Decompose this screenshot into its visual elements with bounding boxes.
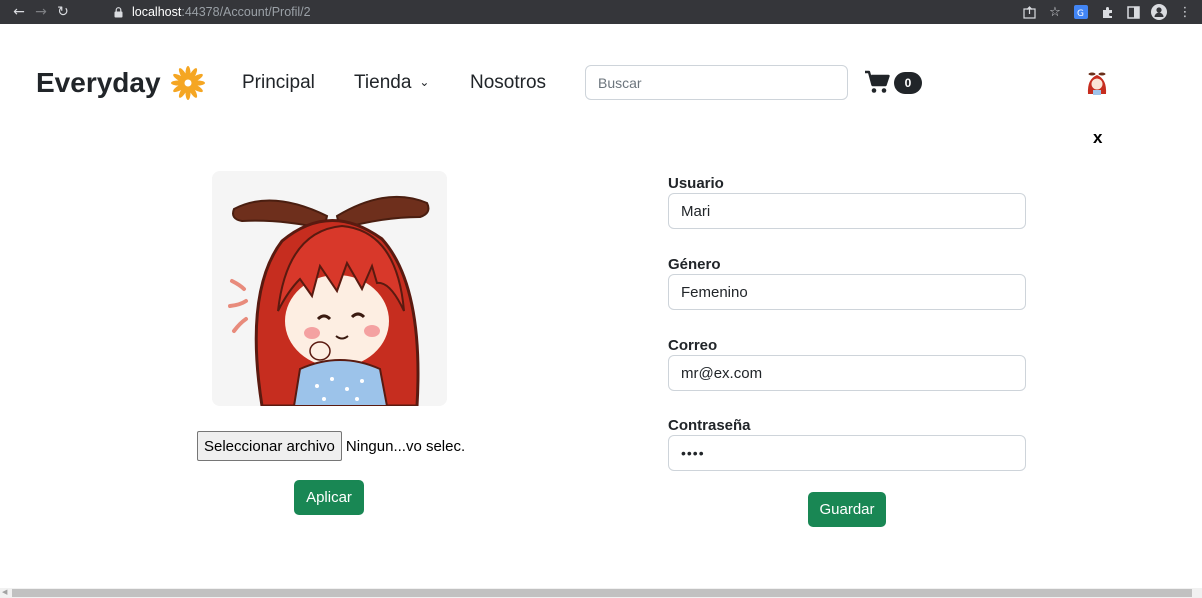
- choose-file-button[interactable]: Seleccionar archivo: [197, 431, 342, 461]
- translate-extension-icon[interactable]: G: [1070, 1, 1092, 23]
- brand-logo[interactable]: Everyday: [36, 66, 205, 100]
- lock-icon: [112, 6, 124, 18]
- nav-link-tienda-label: Tienda: [354, 72, 412, 93]
- apply-button[interactable]: Aplicar: [294, 480, 364, 515]
- back-arrow-icon[interactable]: ←: [8, 0, 30, 24]
- address-bar[interactable]: localhost:44378/Account/Profil/2: [112, 0, 1112, 24]
- password-label: Contraseña: [668, 417, 751, 434]
- file-upload-row: Seleccionar archivo Ningun...vo selec.: [197, 431, 465, 461]
- menu-dots-icon[interactable]: ⋮: [1174, 1, 1196, 23]
- scrollbar-thumb[interactable]: [12, 589, 1192, 597]
- gender-label: Género: [668, 256, 721, 273]
- nav-link-tienda[interactable]: Tienda ⌄: [354, 72, 429, 94]
- site-navbar: Everyday Principal Tienda ⌄ Nosotros Bus…: [0, 48, 1202, 120]
- forward-arrow-icon[interactable]: →: [30, 0, 52, 24]
- nav-link-nosotros[interactable]: Nosotros: [470, 72, 546, 94]
- share-icon[interactable]: [1018, 1, 1040, 23]
- email-field[interactable]: mr@ex.com: [668, 355, 1026, 391]
- extensions-puzzle-icon[interactable]: [1096, 1, 1118, 23]
- sun-flower-icon: [170, 66, 205, 100]
- search-input[interactable]: [585, 65, 848, 100]
- horizontal-scrollbar[interactable]: ◀: [0, 588, 1202, 598]
- bookmark-star-icon[interactable]: ☆: [1044, 1, 1066, 23]
- save-button[interactable]: Guardar: [808, 492, 886, 527]
- user-avatar[interactable]: [1084, 70, 1110, 96]
- close-button[interactable]: x: [1093, 128, 1102, 148]
- reload-icon[interactable]: ↻: [52, 0, 74, 24]
- svg-text:G: G: [1077, 9, 1084, 19]
- cart-count-badge: 0: [894, 72, 922, 94]
- shopping-cart-icon[interactable]: [864, 68, 892, 96]
- nav-link-principal[interactable]: Principal: [242, 72, 315, 94]
- url-host: localhost: [132, 5, 182, 19]
- side-panel-icon[interactable]: [1122, 1, 1144, 23]
- brand-name: Everyday: [36, 67, 161, 98]
- selected-file-name: Ningun...vo selec.: [345, 437, 466, 455]
- gender-field[interactable]: Femenino: [668, 274, 1026, 310]
- chevron-down-icon: ⌄: [419, 75, 430, 89]
- profile-icon[interactable]: [1148, 1, 1170, 23]
- username-label: Usuario: [668, 175, 724, 192]
- browser-toolbar-icons: ☆ G ⋮: [1018, 0, 1196, 24]
- email-label: Correo: [668, 337, 718, 354]
- browser-toolbar: ← → ↻ localhost:44378/Account/Profil/2 ☆…: [0, 0, 1202, 24]
- scroll-left-arrow-icon[interactable]: ◀: [2, 588, 7, 596]
- url-path: :44378/Account/Profil/2: [181, 5, 311, 19]
- profile-picture: [212, 171, 447, 406]
- password-field[interactable]: ••••: [668, 435, 1026, 471]
- username-field[interactable]: Mari: [668, 193, 1026, 229]
